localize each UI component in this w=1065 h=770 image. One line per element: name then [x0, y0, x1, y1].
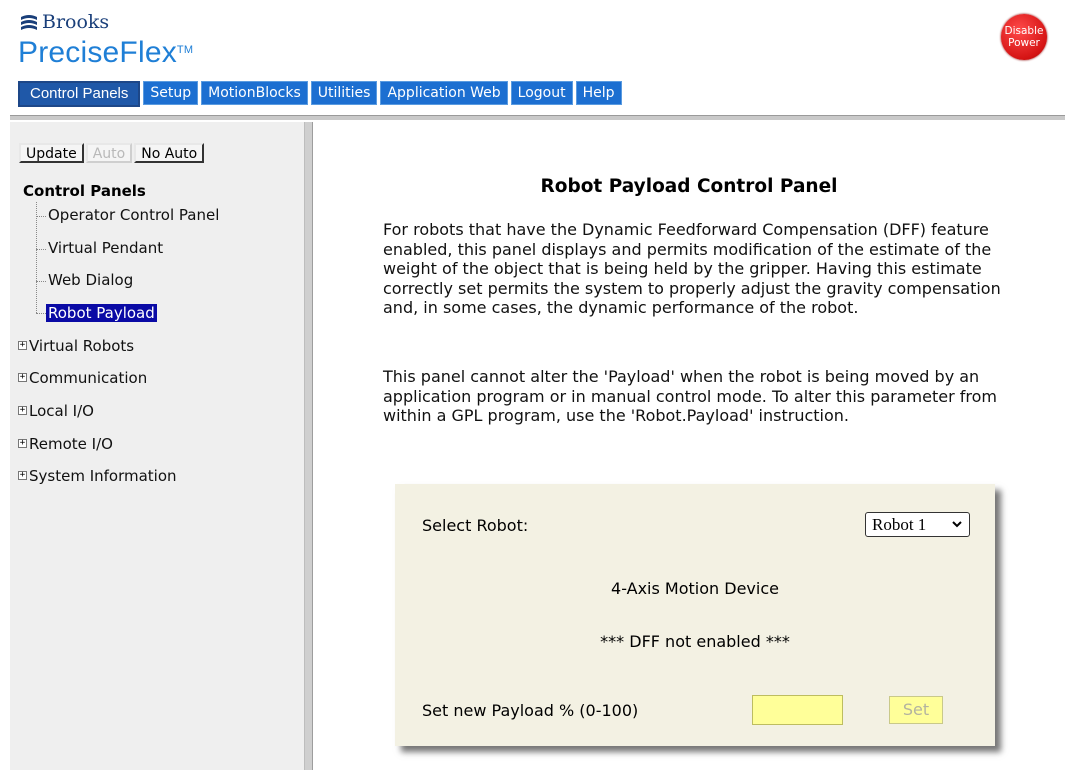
header: Brooks PreciseFlexTM Disable Power Contr… [0, 0, 1065, 120]
disable-power-line2: Power [1008, 37, 1040, 49]
tab-control-panels[interactable]: Control Panels [18, 81, 141, 107]
robot-select[interactable]: Robot 1 [865, 512, 970, 537]
tab-setup[interactable]: Setup [143, 81, 199, 105]
set-payload-button[interactable]: Set [889, 696, 943, 724]
tree-title[interactable]: Control Panels [23, 182, 146, 200]
sidebar-item-label: Virtual Pendant [48, 239, 164, 257]
sidebar-item-label: Operator Control Panel [48, 206, 220, 224]
dff-status: *** DFF not enabled *** [600, 632, 790, 651]
brooks-logo-icon [21, 15, 37, 30]
tab-utilities[interactable]: Utilities [310, 81, 378, 105]
device-type: 4-Axis Motion Device [611, 579, 779, 598]
payload-input[interactable] [752, 695, 843, 725]
trademark: TM [176, 44, 194, 56]
description-paragraph-1: For robots that have the Dynamic Feedfor… [383, 220, 1001, 317]
select-robot-label: Select Robot: [422, 516, 529, 535]
product-logo: PreciseFlexTM [18, 36, 193, 70]
sidebar-item-web-dialog[interactable]: Web Dialog [48, 271, 133, 289]
disable-power-button[interactable]: Disable Power [1001, 14, 1047, 60]
sidebar-toolbar: Update Auto No Auto [19, 143, 205, 163]
sidebar-group-label: Remote I/O [29, 435, 113, 453]
sidebar-item-label: Robot Payload [46, 304, 157, 322]
sidebar-item-robot-payload[interactable]: Robot Payload [46, 304, 157, 322]
sidebar-item-label: Web Dialog [48, 271, 134, 289]
sidebar-group-label: System Information [29, 467, 177, 485]
chevron-down-icon [951, 513, 963, 544]
sidebar-item-virtual-pendant[interactable]: Virtual Pendant [48, 239, 163, 257]
description-paragraph-2: This panel cannot alter the 'Payload' wh… [383, 367, 997, 425]
tree-connector [36, 249, 46, 250]
tree-connector [36, 202, 37, 313]
expand-plus-icon[interactable]: + [18, 373, 27, 382]
main-content: Robot Payload Control Panel For robots t… [313, 122, 1065, 770]
no-auto-button[interactable]: No Auto [134, 143, 205, 163]
tab-application-web[interactable]: Application Web [380, 81, 508, 105]
sidebar-group-label: Virtual Robots [29, 337, 135, 355]
payload-label: Set new Payload % (0-100) [422, 701, 639, 720]
tree-connector [36, 216, 46, 217]
disable-power-line1: Disable [1004, 25, 1044, 37]
tab-motionblocks[interactable]: MotionBlocks [201, 81, 308, 105]
frame-splitter[interactable] [304, 122, 313, 770]
sidebar-item-operator-control-panel[interactable]: Operator Control Panel [48, 206, 219, 224]
auto-button[interactable]: Auto [85, 143, 133, 163]
tree-connector [36, 281, 46, 282]
top-nav: Control Panels Setup MotionBlocks Utilit… [18, 81, 622, 107]
header-divider [10, 115, 1065, 120]
expand-plus-icon[interactable]: + [18, 341, 27, 350]
tab-help[interactable]: Help [575, 81, 622, 105]
brand-company: Brooks [42, 11, 110, 33]
brand-product: PreciseFlex [18, 36, 177, 69]
sidebar-group-label: Communication [29, 369, 148, 387]
robot-select-value: Robot 1 [872, 515, 927, 534]
sidebar-group-label: Local I/O [29, 402, 94, 420]
brooks-logo: Brooks [20, 11, 109, 33]
payload-panel: Select Robot: Robot 1 4-Axis Motion Devi… [395, 484, 995, 746]
update-button[interactable]: Update [19, 143, 84, 163]
expand-plus-icon[interactable]: + [18, 471, 27, 480]
page-title: Robot Payload Control Panel [540, 176, 838, 197]
tab-logout[interactable]: Logout [510, 81, 573, 105]
sidebar: Update Auto No Auto Control Panels Opera… [10, 122, 304, 770]
expand-plus-icon[interactable]: + [18, 439, 27, 448]
expand-plus-icon[interactable]: + [18, 406, 27, 415]
tree-connector [36, 313, 46, 314]
